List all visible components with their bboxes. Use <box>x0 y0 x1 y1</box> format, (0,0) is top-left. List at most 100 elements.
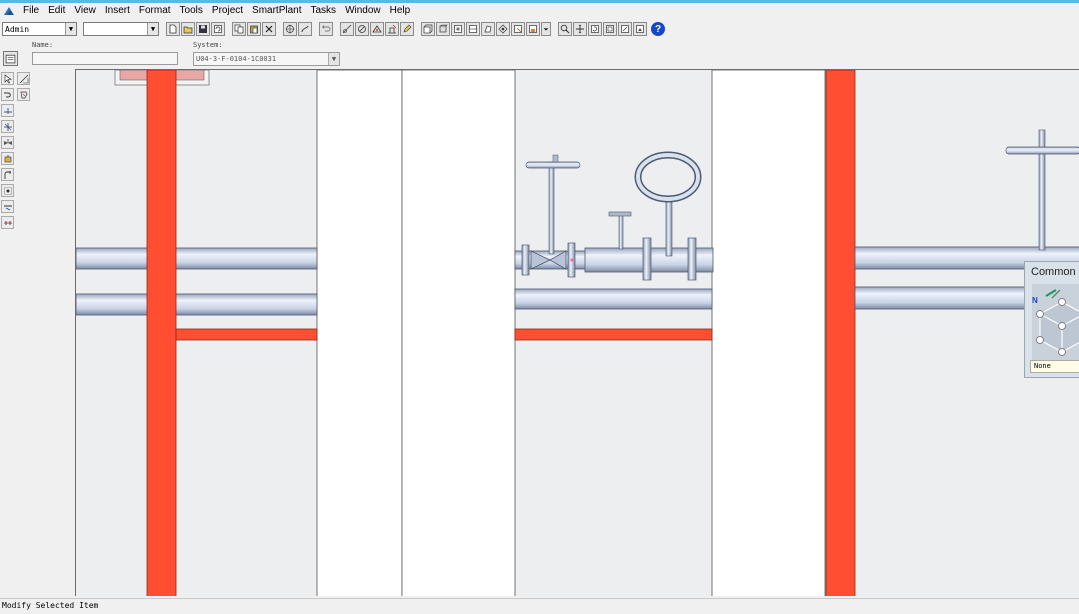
chevron-down-icon[interactable]: ▼ <box>328 53 339 65</box>
undo-icon <box>322 25 331 32</box>
save-icon <box>199 25 207 33</box>
previous-view-button[interactable] <box>618 22 632 36</box>
graphic-view-3d[interactable] <box>75 69 1079 596</box>
menu-window[interactable]: Window <box>341 3 385 19</box>
view-cube-node[interactable] <box>1036 336 1044 344</box>
support-icon <box>388 24 397 34</box>
chevron-down-icon <box>543 28 549 31</box>
common-views-panel[interactable]: Common N None <box>1024 261 1079 378</box>
refresh-button[interactable] <box>211 22 225 36</box>
view-cube[interactable]: N <box>1032 284 1079 362</box>
insert-branch-tool-button[interactable] <box>1 120 14 133</box>
steel-beam <box>175 328 318 341</box>
pan-button[interactable] <box>573 22 587 36</box>
properties-icon <box>5 54 16 64</box>
measure-button[interactable] <box>340 22 354 36</box>
menu-format[interactable]: Format <box>135 3 175 19</box>
iso-view-icon <box>439 24 448 33</box>
insert-weld-tool-button[interactable] <box>1 184 14 197</box>
view-cube-node[interactable] <box>1058 322 1066 330</box>
connection-icon <box>3 220 12 225</box>
select-tool-button[interactable] <box>1 72 14 85</box>
view-cube-node[interactable] <box>1058 298 1066 306</box>
common-views-button[interactable] <box>633 22 647 36</box>
branch-icon <box>3 122 12 131</box>
insert-component-button[interactable] <box>370 22 384 36</box>
view-side-button[interactable] <box>466 22 480 36</box>
weld-icon <box>3 186 12 195</box>
help-button[interactable]: ? <box>651 22 665 36</box>
pipe-support-icon <box>3 205 12 210</box>
model-graphics <box>76 70 1079 596</box>
route-curve-tool-button[interactable] <box>1 88 14 101</box>
tap-icon <box>4 154 11 162</box>
insert-feature-tool-button[interactable] <box>17 88 30 101</box>
edit-button[interactable] <box>400 22 414 36</box>
steel-column <box>825 70 856 596</box>
menu-insert[interactable]: Insert <box>101 3 134 19</box>
new-file-button[interactable] <box>166 22 180 36</box>
user-combo[interactable]: Admin ▼ <box>2 22 77 36</box>
route-icon <box>358 25 366 33</box>
view-top-button[interactable] <box>451 22 465 36</box>
properties-button[interactable] <box>3 51 18 66</box>
paste-button[interactable] <box>247 22 261 36</box>
insert-connection-tool-button[interactable] <box>1 216 14 229</box>
zoom-area-icon <box>514 25 522 33</box>
menu-smartplant[interactable]: SmartPlant <box>248 3 305 19</box>
move-button[interactable] <box>283 22 297 36</box>
menu-help[interactable]: Help <box>386 3 415 19</box>
insert-split-tool-button[interactable] <box>1 104 14 117</box>
clip-button[interactable] <box>496 22 510 36</box>
delete-button[interactable] <box>262 22 276 36</box>
view-cube-node[interactable] <box>1036 310 1044 318</box>
zoom-window-button[interactable] <box>511 22 525 36</box>
zoom-button[interactable] <box>558 22 572 36</box>
view-iso-button[interactable] <box>436 22 450 36</box>
pencil-icon <box>403 24 412 33</box>
chevron-down-icon[interactable]: ▼ <box>147 23 158 35</box>
insert-component-tool-button[interactable] <box>1 136 14 149</box>
snap-button[interactable] <box>298 22 312 36</box>
steel-beam <box>514 328 713 341</box>
view-style-dropdown[interactable] <box>541 22 551 36</box>
menu-tasks[interactable]: Tasks <box>307 3 341 19</box>
view-plan-button[interactable] <box>481 22 495 36</box>
undo-button[interactable] <box>319 22 333 36</box>
workspace-combo[interactable]: ▼ <box>83 22 159 36</box>
menu-project[interactable]: Project <box>208 3 247 19</box>
pointer-icon <box>4 73 12 83</box>
menu-edit[interactable]: Edit <box>44 3 69 19</box>
view-front-button[interactable] <box>421 22 435 36</box>
route-pipe-icon <box>19 74 28 83</box>
menu-file[interactable]: File <box>19 3 43 19</box>
chevron-down-icon[interactable]: ▼ <box>65 23 76 35</box>
steel-column <box>146 70 177 596</box>
menu-tools[interactable]: Tools <box>176 3 207 19</box>
insert-support-button[interactable] <box>385 22 399 36</box>
refresh-icon <box>214 25 222 33</box>
insert-support-tool-button[interactable] <box>1 200 14 213</box>
route-button[interactable] <box>355 22 369 36</box>
fit-button[interactable] <box>603 22 617 36</box>
view-style-icon <box>529 25 537 33</box>
insert-spool-tool-button[interactable] <box>1 168 14 181</box>
name-label: Name: <box>32 41 54 49</box>
copy-button[interactable] <box>232 22 246 36</box>
route-pipe-tool-button[interactable] <box>17 72 30 85</box>
view-cube-node[interactable] <box>1058 348 1066 356</box>
insert-tap-tool-button[interactable] <box>1 152 14 165</box>
move-icon <box>285 24 295 34</box>
rotate-button[interactable] <box>588 22 602 36</box>
wall-panel <box>316 70 403 596</box>
open-folder-icon <box>183 26 193 34</box>
menu-view[interactable]: View <box>70 3 100 19</box>
view-style-button[interactable] <box>526 22 540 36</box>
paste-icon <box>250 25 258 34</box>
name-field[interactable] <box>32 52 178 65</box>
system-dropdown[interactable]: U04-3-F-0104-1C0031 ▼ <box>193 52 340 66</box>
save-button[interactable] <box>196 22 210 36</box>
system-value: U04-3-F-0104-1C0031 <box>196 55 277 63</box>
new-file-icon <box>169 24 177 34</box>
open-button[interactable] <box>181 22 195 36</box>
